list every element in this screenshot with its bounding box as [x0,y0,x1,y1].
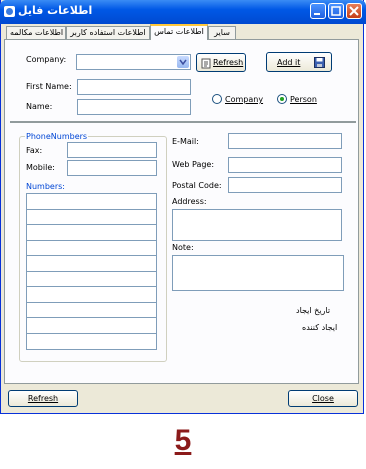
company-combobox[interactable] [76,54,191,70]
chevron-down-icon[interactable] [177,56,189,68]
email-label: E-Mail: [172,137,199,146]
email-field[interactable] [228,133,342,149]
grid-row[interactable] [27,318,156,334]
address-label: Address: [172,197,207,206]
creator-label: ایجاد کننده [302,323,338,332]
grid-row[interactable] [27,302,156,318]
fax-field[interactable] [67,142,157,158]
close-window-button[interactable] [346,3,362,19]
grid-row[interactable] [27,194,156,210]
web-page-field[interactable] [228,157,342,173]
radio-person[interactable] [277,94,287,104]
name-label: Name: [26,102,53,111]
refresh-company-label: Refresh [213,58,244,67]
grid-row[interactable] [27,256,156,272]
created-date-label: تاریخ ایجاد [296,306,331,315]
name-field[interactable] [77,99,191,115]
tab-contact-info[interactable]: اطلاعات تماس [150,24,208,40]
refresh-company-button[interactable]: Refresh [196,53,246,72]
add-it-label: Add it [277,58,301,67]
mobile-label: Mobile: [26,163,55,172]
save-icon [314,57,325,68]
close-button-label: Close [312,394,334,403]
refresh-icon [201,58,211,69]
note-textarea[interactable] [172,255,344,291]
radio-company[interactable] [212,94,222,104]
radio-person-label: Person [290,95,317,104]
radio-company-label: Company [225,95,264,104]
maximize-button[interactable] [328,3,344,19]
address-textarea[interactable] [172,209,342,241]
tab-strip: اطلاعات مکالمه اطلاعات استفاده کاربر اطل… [0,24,366,40]
refresh-button[interactable]: Refresh [8,390,78,407]
grid-row[interactable] [27,240,156,256]
window-title: اطلاعات فایل [18,4,93,17]
close-icon [349,6,359,16]
fax-label: Fax: [26,146,43,155]
postal-code-field[interactable] [228,177,342,193]
company-label: Company: [26,55,67,64]
grid-row[interactable] [27,209,156,225]
add-it-button[interactable]: Add it [266,52,332,72]
minimize-icon [314,13,320,15]
refresh-button-label: Refresh [27,394,59,403]
grid-row[interactable] [27,225,156,241]
tab-call-info[interactable]: اطلاعات مکالمه [6,26,66,39]
title-bar[interactable]: اطلاعات فایل [0,0,366,24]
tab-user-usage-info[interactable]: اطلاعات استفاده کاربر [66,26,150,39]
phone-numbers-group-label: PhoneNumbers [25,132,89,141]
grid-row[interactable] [27,287,156,303]
close-button[interactable]: Close [288,390,358,407]
grid-row[interactable] [27,271,156,287]
page-number: 5 [174,424,192,457]
grid-row[interactable] [27,333,156,349]
numbers-label: Numbers: [26,182,65,191]
mobile-field[interactable] [67,160,157,176]
postal-code-label: Postal Code: [172,181,222,190]
app-icon [4,6,15,17]
first-name-label: First Name: [26,82,72,91]
tab-other[interactable]: سایر [208,26,236,39]
first-name-field[interactable] [77,79,191,95]
minimize-button[interactable] [310,3,326,19]
web-page-label: Web Page: [172,160,215,169]
note-label: Note: [172,243,194,252]
section-divider [10,121,356,123]
maximize-icon [331,6,341,16]
numbers-grid[interactable] [26,193,157,350]
